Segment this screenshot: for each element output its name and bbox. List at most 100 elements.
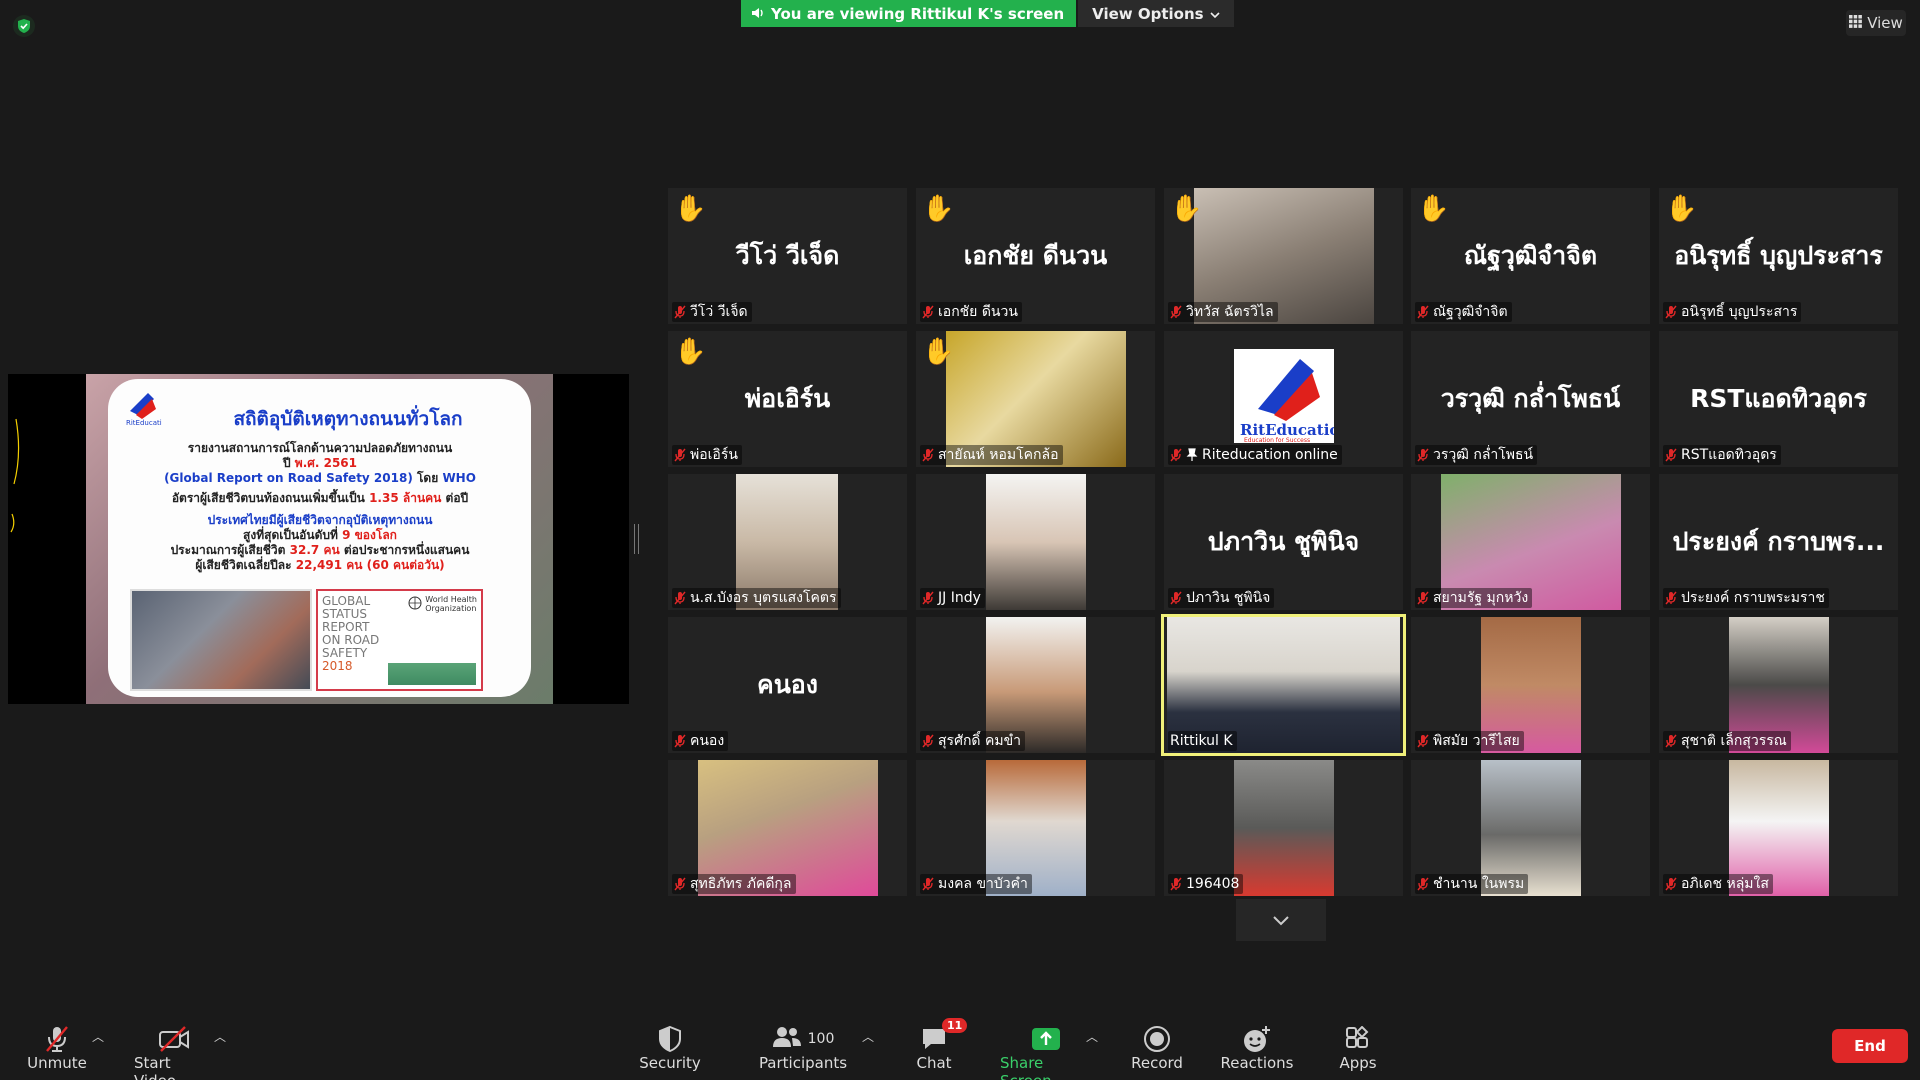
participant-name-label: อนิรุทธิ์ บุญประสาร (1663, 302, 1802, 322)
chat-button[interactable]: 11 Chat (912, 1018, 968, 1072)
participant-name: อภิเดช หลุ่มใส (1681, 876, 1769, 892)
riteducation-logo-icon: RitEducation (122, 389, 170, 427)
participants-caret-icon[interactable]: ︿ (862, 1028, 874, 1045)
raised-hand-icon: ✋ (922, 337, 955, 367)
zoom-meeting-window: You are viewing Rittikul K's screen View… (0, 0, 1920, 1080)
unmute-button[interactable]: Unmute (27, 1024, 87, 1072)
apps-label: Apps (1339, 1054, 1377, 1072)
microphone-muted-icon (1665, 305, 1677, 319)
participant-tile[interactable]: น.ส.บังอร บุตรแสงโคตร (668, 474, 907, 610)
microphone-muted-icon (1170, 305, 1182, 319)
participant-name: ชำนาน ในพรม (1433, 876, 1525, 892)
microphone-muted-icon (1170, 877, 1182, 891)
microphone-muted-icon (1417, 734, 1429, 748)
video-options-caret-icon[interactable]: ︿ (214, 1028, 226, 1045)
start-video-button[interactable]: Start Video (134, 1024, 214, 1080)
view-layout-button[interactable]: View (1846, 10, 1906, 36)
participant-name: วีโว่ วีเจ็ด (690, 304, 748, 320)
security-button[interactable]: Security (639, 1024, 701, 1072)
participant-name-label: สุทธิภัทร ภัคดีกุล (672, 874, 796, 894)
participant-name: คนอง (690, 733, 725, 749)
participant-tile[interactable]: วีโว่ วีเจ็ด ✋ วีโว่ วีเจ็ด (668, 188, 907, 324)
participant-name: เอกชัย ดีนวน (938, 304, 1018, 320)
splitter-handle[interactable] (634, 524, 639, 554)
participant-tile[interactable]: สุทธิภัทร ภัคดีกุล (668, 760, 907, 896)
participant-display-name: พ่อเอิร์น (744, 384, 831, 413)
participant-name: วิทวัส ฉัตรวิไล (1186, 304, 1274, 320)
participant-tile[interactable]: อนิรุทธิ์ บุญประสาร ✋ อนิรุทธิ์ บุญประสาร (1659, 188, 1898, 324)
participant-tile[interactable]: เอกชัย ดีนวน ✋ เอกชัย ดีนวน (916, 188, 1155, 324)
participant-tile[interactable]: ณัฐวุฒิจำจิต ✋ ณัฐวุฒิจำจิต (1411, 188, 1650, 324)
participant-tile[interactable]: พิสมัย วารีไสย (1411, 617, 1650, 753)
end-meeting-button[interactable]: End (1832, 1029, 1908, 1063)
apps-button[interactable]: Apps (1338, 1024, 1378, 1072)
participant-name-label: 196408 (1168, 874, 1244, 894)
participant-name-label: ประยงค์ กราบพระมราช (1663, 588, 1829, 608)
audio-options-caret-icon[interactable]: ︿ (92, 1028, 104, 1045)
pin-icon (1186, 448, 1198, 462)
participant-name: สุทธิภัทร ภัคดีกุล (690, 876, 792, 892)
microphone-muted-icon (1417, 877, 1429, 891)
participant-tile[interactable]: คนอง คนอง (668, 617, 907, 753)
meeting-toolbar: Unmute ︿ Start Video ︿ Security 100 Part… (0, 1010, 1920, 1080)
participant-tile[interactable]: สยามรัฐ มุกหวัง (1411, 474, 1650, 610)
apps-icon (1345, 1024, 1371, 1054)
speaker-icon (751, 5, 765, 23)
participant-tile[interactable]: สุชาติ เล็กสุวรรณ (1659, 617, 1898, 753)
participant-name-label: วีโว่ วีเจ็ด (672, 302, 752, 322)
gallery-next-page-button[interactable] (1236, 899, 1326, 941)
chat-bubble-icon: 11 (920, 1018, 968, 1054)
road-illustration (388, 645, 476, 685)
encryption-shield-icon[interactable] (13, 15, 35, 37)
participant-name-label: Rittikul K (1168, 731, 1237, 751)
participant-tile[interactable]: RSTแอดทิวอุดร RSTแอดทิวอุดร (1659, 331, 1898, 467)
share-screen-icon (1031, 1024, 1061, 1054)
participant-name-label: สุรศักดิ์ คมขำ (920, 731, 1025, 751)
participant-tile[interactable]: 196408 (1164, 760, 1403, 896)
participant-tile[interactable]: อภิเดช หลุ่มใส (1659, 760, 1898, 896)
participant-tile[interactable]: มงคล ขาบัวคำ (916, 760, 1155, 896)
participant-name-label: ปภาวิน ชูพินิจ (1168, 588, 1275, 608)
share-options-caret-icon[interactable]: ︿ (1086, 1028, 1098, 1045)
participant-tile[interactable]: RitEducationEducation for Success Riteduc… (1164, 331, 1403, 467)
share-screen-button[interactable]: Share Screen (1000, 1024, 1092, 1080)
smiley-plus-icon (1242, 1024, 1272, 1054)
record-button[interactable]: Record (1131, 1024, 1183, 1072)
reactions-button[interactable]: Reactions (1221, 1024, 1293, 1072)
raised-hand-icon: ✋ (674, 337, 707, 367)
participant-display-name: วรวุฒิ กล่ำโพธน์ (1440, 384, 1621, 413)
viewing-text: You are viewing Rittikul K's screen (771, 4, 1065, 23)
screen-share-banner: You are viewing Rittikul K's screen View… (741, 0, 1234, 27)
participants-icon-row: 100 (772, 1024, 834, 1054)
participant-tile[interactable]: พ่อเอิร์น ✋ พ่อเอิร์น (668, 331, 907, 467)
raised-hand-icon: ✋ (674, 194, 707, 224)
start-video-label: Start Video (134, 1054, 176, 1080)
microphone-muted-icon (1665, 591, 1677, 605)
participant-name: 196408 (1186, 876, 1240, 892)
chat-label: Chat (916, 1054, 952, 1072)
participant-tile[interactable]: ประยงค์ กราบพร... ประยงค์ กราบพระมราช (1659, 474, 1898, 610)
participant-name: น.ส.บังอร บุตรแสงโคตร (690, 590, 837, 606)
participant-tile[interactable]: สุรศักดิ์ คมขำ (916, 617, 1155, 753)
participant-name: สุชาติ เล็กสุวรรณ (1681, 733, 1787, 749)
microphone-muted-icon (674, 448, 686, 462)
shared-screen[interactable]: RitEducation สถิติอุบัติเหตุทางถนนทั่วโล… (8, 374, 629, 704)
participant-tile[interactable]: ปภาวิน ชูพินิจ ปภาวิน ชูพินิจ (1164, 474, 1403, 610)
video-off-icon (157, 1024, 191, 1054)
participants-button[interactable]: 100 Participants (759, 1024, 847, 1072)
view-options-button[interactable]: View Options (1078, 0, 1234, 27)
share-screen-label: Share Screen (1000, 1054, 1052, 1080)
participant-tile[interactable]: ชำนาน ในพรม (1411, 760, 1650, 896)
participant-tile[interactable]: Rittikul K (1161, 614, 1406, 756)
participant-tile[interactable]: JJ Indy (916, 474, 1155, 610)
participant-name-label: สยามรัฐ มุกหวัง (1415, 588, 1533, 608)
microphone-muted-icon (1417, 305, 1429, 319)
participant-video (986, 474, 1086, 610)
participant-tile[interactable]: ✋ สายัณห์ หอมโคกล้อ (916, 331, 1155, 467)
microphone-muted-icon (922, 591, 934, 605)
raised-hand-icon: ✋ (1665, 194, 1698, 224)
participant-name-label: พ่อเอิร์น (672, 445, 742, 465)
chevron-down-icon (1210, 5, 1220, 23)
participant-tile[interactable]: ✋ วิทวัส ฉัตรวิไล (1164, 188, 1403, 324)
participant-tile[interactable]: วรวุฒิ กล่ำโพธน์ วรวุฒิ กล่ำโพธน์ (1411, 331, 1650, 467)
